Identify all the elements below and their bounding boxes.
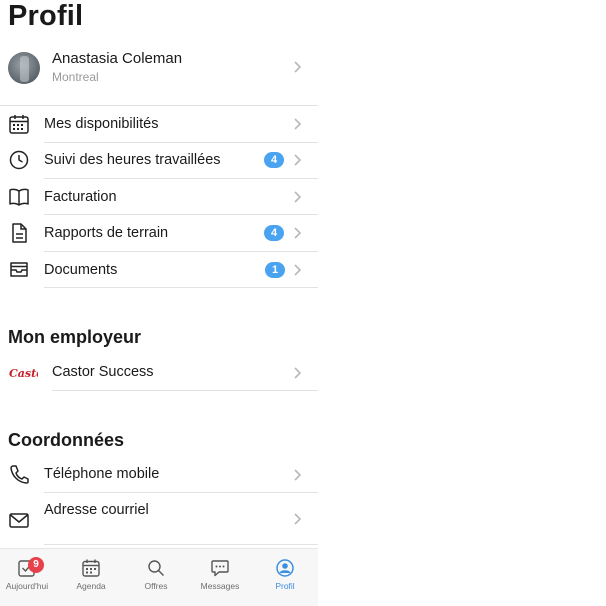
chat-icon [210,558,230,578]
divider [44,544,318,545]
divider [44,287,318,288]
tab-label: Aujourd'hui [5,581,49,591]
employer-name: Castor Success [52,364,154,380]
count-badge: 1 [265,262,285,278]
calendar-icon [8,113,30,135]
section-heading-contact: Coordonnées [8,430,125,450]
tab-messages[interactable]: Messages [188,549,252,606]
contact-item-label: Adresse courriel [44,502,149,518]
chevron-right-icon [290,512,304,526]
book-icon [8,186,30,208]
tab-bar: 9 Aujourd'hui Agenda Offres Messages Pro… [0,548,318,606]
inbox-icon [8,258,30,280]
chevron-right-icon [290,190,304,204]
contact-item-email[interactable] [0,493,318,545]
menu-item-label: Facturation [44,189,117,205]
search-icon [146,558,166,578]
tab-offres[interactable]: Offres [124,549,188,606]
calendar-icon [81,558,101,578]
menu-item-label: Documents [44,262,118,278]
employer-logo: Castor [8,364,50,382]
chevron-right-icon [290,117,304,131]
phone-icon [8,463,30,485]
notification-badge: 9 [28,557,44,573]
chevron-right-icon [290,468,304,482]
tab-profil[interactable]: Profil [253,549,317,606]
divider [52,390,318,391]
menu-item-label: Mes disponibilités [44,116,159,132]
profile-city: Montreal [52,70,99,84]
tab-agenda[interactable]: Agenda [59,549,123,606]
clock-icon [8,149,30,171]
chevron-right-icon [290,366,304,380]
chevron-right-icon [290,60,304,74]
count-badge: 4 [264,225,284,241]
chevron-right-icon [290,153,304,167]
tab-label: Offres [144,581,168,591]
employer-row[interactable] [0,355,318,390]
profile-icon [275,558,295,578]
svg-text:Castor: Castor [9,367,38,380]
tab-label: Agenda [76,581,106,591]
chevron-right-icon [290,263,304,277]
menu-item-label: Suivi des heures travaillées [44,152,221,168]
profile-screen: Profil Anastasia Coleman Montreal Mes di… [0,0,318,606]
count-badge: 4 [264,152,284,168]
chevron-right-icon [290,226,304,240]
document-icon [8,222,30,244]
contact-item-label: Téléphone mobile [44,466,160,482]
page-title: Profil [8,0,84,32]
tab-label: Profil [275,581,295,591]
tab-aujourdhui[interactable]: 9 Aujourd'hui [0,549,59,606]
menu-item-label: Rapports de terrain [44,225,169,241]
profile-name: Anastasia Coleman [52,50,183,67]
mail-icon [8,509,30,531]
avatar [8,52,40,84]
section-heading-employer: Mon employeur [8,327,142,347]
tab-label: Messages [200,581,240,591]
